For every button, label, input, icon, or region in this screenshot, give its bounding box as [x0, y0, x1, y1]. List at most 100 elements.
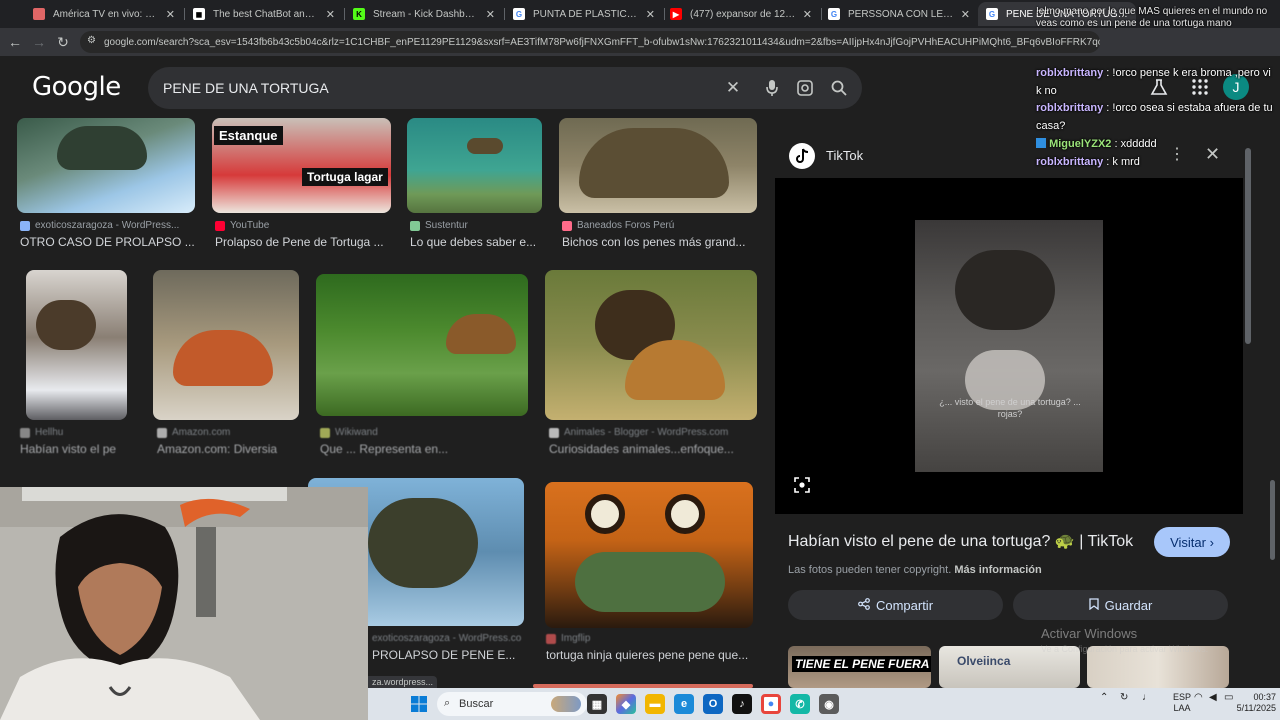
outlook-icon[interactable]: O — [703, 694, 723, 714]
tiktok-icon — [789, 143, 815, 169]
edge-icon[interactable]: e — [674, 694, 694, 714]
close-icon[interactable]: ✕ — [646, 8, 655, 21]
preview-image-stage: ¿... visto el pene de una tortuga? ... r… — [775, 178, 1243, 514]
result-source[interactable]: Animales - Blogger - WordPress.com — [549, 427, 754, 438]
search-input[interactable] — [163, 67, 703, 109]
browser-tab[interactable]: K Stream - Kick Dashboard ✕ — [345, 2, 503, 26]
preview-image[interactable]: ¿... visto el pene de una tortuga? ... r… — [915, 220, 1103, 472]
back-arrow-icon[interactable]: ← — [6, 33, 24, 51]
result-source[interactable]: Amazon.com — [157, 427, 297, 438]
result-title[interactable]: Curiosidades animales...enfoque... — [549, 442, 754, 456]
search-box[interactable]: ✕ — [148, 67, 862, 109]
sync-icon[interactable]: ↻ — [1120, 692, 1128, 703]
result-image[interactable] — [17, 118, 195, 213]
page-scrollbar[interactable] — [1270, 480, 1275, 560]
browser-tab[interactable]: ▶ (477) expansor de 12 milimetro ✕ — [662, 2, 820, 26]
volume-icon[interactable]: ◀ — [1209, 692, 1217, 703]
result-image[interactable] — [26, 270, 127, 420]
result-source[interactable]: exoticoszaragoza - WordPress.com — [372, 633, 522, 644]
result-source[interactable]: Sustentur — [410, 220, 545, 231]
taskbar-search-box[interactable]: ⌕ Buscar — [437, 692, 587, 716]
close-icon[interactable]: ✕ — [166, 8, 175, 21]
search-icon[interactable] — [828, 77, 850, 99]
preview-scrollbar[interactable] — [1245, 148, 1251, 668]
browser-tab[interactable]: G PUNTA DE PLASTICO PARA JER ✕ — [505, 2, 663, 26]
result-title[interactable]: Lo que debes saber e... — [410, 235, 545, 249]
preview-title[interactable]: Habían visto el pene de una tortuga? 🐢 |… — [788, 531, 1133, 551]
related-image[interactable]: TIENE EL PENE FUERA — [788, 646, 931, 688]
windows-start-icon[interactable] — [411, 696, 427, 712]
result-title[interactable]: OTRO CASO DE PROLAPSO ... — [20, 235, 195, 249]
chat-message: roblxbrittany : !orco pense k era broma … — [1036, 64, 1276, 100]
browser-tab[interactable]: G PERSSONA CON LENGUA MÁS ✕ — [820, 2, 978, 26]
tray-expand-icon[interactable]: ⌃ — [1100, 692, 1108, 703]
browser-tab[interactable]: América TV en vivo: programa ✕ — [25, 2, 183, 26]
obs-icon[interactable]: ◉ — [819, 694, 839, 714]
lens-search-icon[interactable] — [793, 476, 813, 496]
share-button[interactable]: Compartir — [788, 590, 1003, 620]
result-image[interactable] — [407, 118, 542, 213]
lens-icon[interactable] — [794, 77, 816, 99]
search-highlight-icon — [551, 696, 581, 712]
result-title[interactable]: Que ... Representa en... — [320, 442, 525, 456]
tiktok-icon[interactable]: ♪ — [732, 694, 752, 714]
language-indicator[interactable]: ESP LAA — [1173, 692, 1191, 714]
result-title[interactable]: Amazon.com: Diversia — [157, 442, 297, 456]
chat-message: roblxbrittany : !orco osea si estaba afu… — [1036, 99, 1276, 135]
close-icon[interactable]: ✕ — [486, 8, 495, 21]
chat-text: : k mrd — [1106, 156, 1140, 168]
chat-username: roblxbrittany — [1036, 102, 1104, 114]
google-logo[interactable]: Google — [32, 72, 121, 102]
file-explorer-icon[interactable]: ▬ — [645, 694, 665, 714]
result-source[interactable]: Imgflip — [546, 633, 751, 644]
result-source[interactable]: Baneados Foros Perú — [562, 220, 757, 231]
copyright-note: Las fotos pueden tener copyright. Más in… — [788, 564, 1042, 576]
result-source[interactable]: Wikiwand — [320, 427, 525, 438]
kick-icon: K — [353, 8, 365, 20]
youtube-icon — [215, 220, 225, 231]
result-image[interactable] — [316, 274, 528, 416]
task-view-icon[interactable]: ▦ — [587, 694, 607, 714]
google-icon: G — [513, 8, 525, 20]
visit-button[interactable]: Visitar › — [1154, 527, 1230, 557]
result-image[interactable] — [559, 118, 757, 213]
result-image[interactable] — [545, 482, 753, 628]
screen: América TV en vivo: programa ✕ ◼ The bes… — [0, 0, 1280, 720]
copilot-icon[interactable]: ◆ — [616, 694, 636, 714]
result-title[interactable]: Prolapso de Pene de Tortuga ... — [215, 235, 390, 249]
result-title[interactable]: Bichos con los penes más grand... — [562, 235, 757, 249]
result-image[interactable]: Estanque Tortuga lagar — [212, 118, 391, 213]
chrome-icon[interactable]: ● — [761, 694, 781, 714]
browser-tab[interactable]: ◼ The best ChatBot and Widgets ✕ — [185, 2, 343, 26]
preview-site-name[interactable]: TikTok — [826, 148, 863, 163]
result-title[interactable]: PROLAPSO DE PENE E... — [372, 648, 522, 662]
result-title[interactable]: tortuga ninja quieres pene pene que... — [546, 648, 751, 662]
address-bar[interactable]: ⚙ google.com/search?sca_esv=1543fb6b43c5… — [80, 31, 1100, 53]
microphone-icon[interactable]: ♩ — [1142, 692, 1152, 703]
google-icon: G — [986, 8, 998, 20]
result-source[interactable]: YouTube — [215, 220, 390, 231]
close-icon[interactable]: ✕ — [961, 8, 970, 21]
close-icon[interactable]: ✕ — [326, 8, 335, 21]
result-source[interactable]: exoticoszaragoza - WordPress... — [20, 220, 195, 231]
bookmark-icon — [1088, 597, 1099, 613]
whatsapp-icon[interactable]: ✆ — [790, 694, 810, 714]
chat-text: !elmo mano por lo que MAS quieres en el … — [1036, 6, 1268, 29]
webcam-overlay — [0, 487, 368, 720]
reload-icon[interactable]: ↻ — [54, 33, 72, 51]
microphone-icon[interactable] — [761, 77, 783, 99]
result-image[interactable] — [545, 270, 757, 420]
clock[interactable]: 00:37 5/11/2025 — [1230, 692, 1276, 714]
save-button[interactable]: Guardar — [1013, 590, 1228, 620]
result-image[interactable] — [153, 270, 299, 420]
windows-taskbar: ⌕ Buscar ▦ ◆ ▬ e O ♪ ● ✆ ◉ ⌃ ↻ ♩ ESP LAA… — [368, 688, 1280, 720]
result-source[interactable]: Hellhu — [20, 427, 130, 438]
windows-activation-subtitle: Ve a Configuración para activar Windows. — [1041, 644, 1209, 654]
wifi-icon[interactable]: ◠ — [1194, 692, 1203, 703]
site-info-icon[interactable]: ⚙ — [87, 35, 96, 46]
close-icon[interactable]: ✕ — [803, 8, 812, 21]
more-info-link[interactable]: Más información — [954, 564, 1041, 576]
clear-icon[interactable]: ✕ — [722, 77, 744, 99]
result-title[interactable]: Habían visto el pe — [20, 442, 130, 456]
forward-arrow-icon[interactable]: → — [30, 33, 48, 51]
